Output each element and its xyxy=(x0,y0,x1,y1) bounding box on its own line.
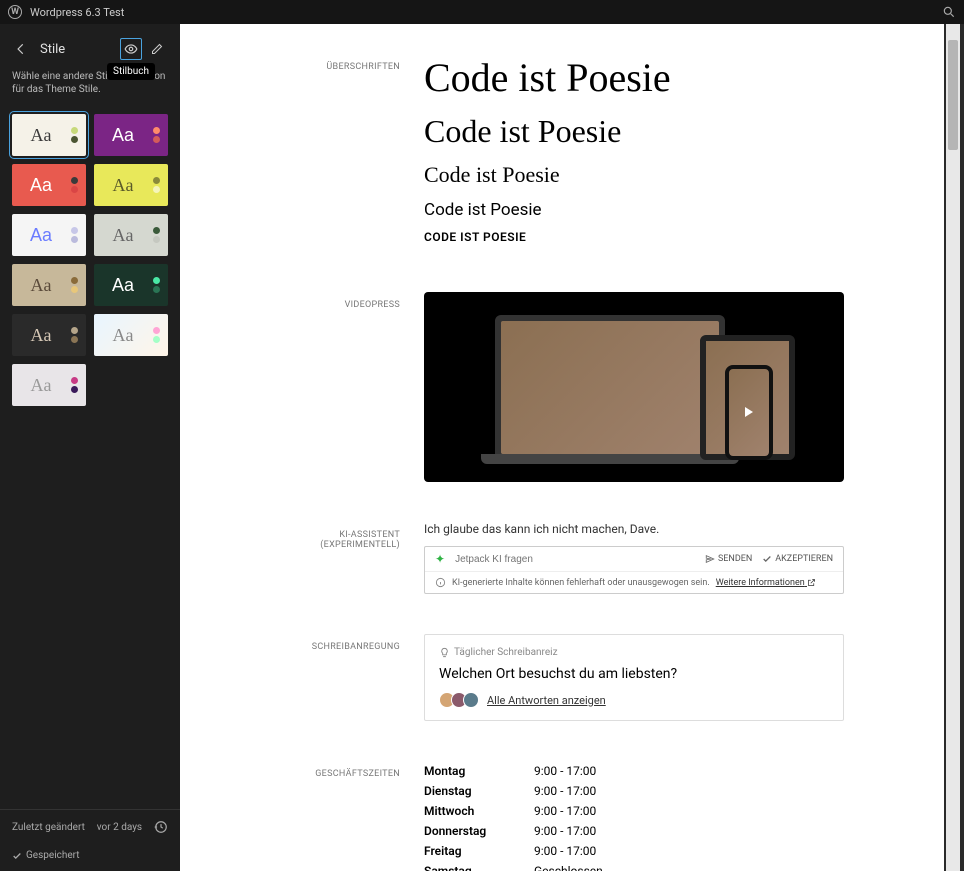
hours-row: Donnerstag9:00 - 17:00 xyxy=(424,821,603,841)
business-hours-block: Montag9:00 - 17:00Dienstag9:00 - 17:00Mi… xyxy=(424,761,844,871)
edit-styles-icon[interactable] xyxy=(146,38,168,60)
avatar xyxy=(463,692,479,708)
daily-prompt-label: Täglicher Schreibanreiz xyxy=(454,647,558,658)
wordpress-logo-icon[interactable]: W xyxy=(8,5,22,19)
hours-row: Mittwoch9:00 - 17:00 xyxy=(424,801,603,821)
ai-more-info-link[interactable]: Weitere Informationen xyxy=(716,578,816,588)
scrollbar-thumb[interactable] xyxy=(948,40,958,150)
hours-row: SamstagGeschlossen xyxy=(424,861,603,871)
search-icon[interactable] xyxy=(942,5,956,19)
business-hours-section-label: GESCHÄFTSZEITEN xyxy=(280,761,400,871)
ai-send-button[interactable]: SENDEN xyxy=(705,554,752,564)
revisions-icon[interactable] xyxy=(154,820,168,834)
scrollbar-track[interactable] xyxy=(946,24,960,871)
heading-4: Code ist Poesie xyxy=(424,200,844,220)
style-variation-2[interactable]: Aa xyxy=(12,164,86,206)
headings-preview: Code ist Poesie Code ist Poesie Code ist… xyxy=(424,54,844,252)
videopress-preview[interactable] xyxy=(424,292,844,482)
style-variation-1[interactable]: Aa xyxy=(94,114,168,156)
back-arrow-icon[interactable] xyxy=(12,40,30,58)
sidebar-title: Stile xyxy=(40,42,110,57)
ai-assistant-section-label: KI-ASSISTENT(EXPERIMENTELL) xyxy=(280,522,400,594)
avatar-group xyxy=(439,692,479,708)
style-variation-7[interactable]: Aa xyxy=(94,264,168,306)
laptop-device-icon xyxy=(495,315,725,460)
info-icon xyxy=(435,577,446,588)
style-variation-6[interactable]: Aa xyxy=(12,264,86,306)
sidebar-footer: Zuletzt geändert vor 2 days xyxy=(0,809,180,844)
style-variation-3[interactable]: Aa xyxy=(94,164,168,206)
style-variation-8[interactable]: Aa xyxy=(12,314,86,356)
writing-prompt-block: Täglicher Schreibanreiz Welchen Ort besu… xyxy=(424,634,844,721)
heading-3: Code ist Poesie xyxy=(424,162,844,188)
jetpack-icon: ✦ xyxy=(435,552,445,566)
styles-sidebar: Stile Stilbuch Wähle eine andere Stilkom… xyxy=(0,24,180,871)
videopress-section-label: VIDEOPRESS xyxy=(280,292,400,482)
style-variations-grid: AaAaAaAaAaAaAaAaAaAaAa xyxy=(0,106,180,414)
style-variation-0[interactable]: Aa xyxy=(12,114,86,156)
style-variation-9[interactable]: Aa xyxy=(94,314,168,356)
hours-row: Freitag9:00 - 17:00 xyxy=(424,841,603,861)
style-variation-4[interactable]: Aa xyxy=(12,214,86,256)
lightbulb-icon xyxy=(439,647,450,658)
admin-topbar: W Wordpress 6.3 Test xyxy=(0,0,964,24)
headings-section-label: ÜBERSCHRIFTEN xyxy=(280,54,400,252)
site-title[interactable]: Wordpress 6.3 Test xyxy=(30,6,124,19)
stylebook-tooltip: Stilbuch xyxy=(107,63,155,80)
style-variation-5[interactable]: Aa xyxy=(94,214,168,256)
external-link-icon xyxy=(807,578,816,587)
last-modified-label: Zuletzt geändert xyxy=(12,822,85,833)
heading-5: CODE IST POESIE xyxy=(424,230,844,244)
hours-row: Montag9:00 - 17:00 xyxy=(424,761,603,781)
style-variation-10[interactable]: Aa xyxy=(12,364,86,406)
ai-disclaimer-text: KI-generierte Inhalte können fehlerhaft … xyxy=(452,578,710,588)
ai-accept-button[interactable]: AKZEPTIEREN xyxy=(762,554,833,564)
phone-device-icon xyxy=(725,365,773,460)
heading-2: Code ist Poesie xyxy=(424,113,844,150)
ai-assistant-block: Ich glaube das kann ich nicht machen, Da… xyxy=(424,522,844,594)
heading-1: Code ist Poesie xyxy=(424,54,844,101)
ai-prompt-input[interactable] xyxy=(453,553,697,566)
writing-prompt-section-label: SCHREIBANREGUNG xyxy=(280,634,400,721)
last-modified-value: vor 2 days xyxy=(97,822,142,833)
editor-canvas[interactable]: ÜBERSCHRIFTEN Code ist Poesie Code ist P… xyxy=(180,24,944,871)
hours-row: Dienstag9:00 - 17:00 xyxy=(424,781,603,801)
all-answers-link[interactable]: Alle Antworten anzeigen xyxy=(487,694,606,707)
stylebook-toggle-icon[interactable]: Stilbuch xyxy=(120,38,142,60)
saved-indicator: Gespeichert xyxy=(12,850,80,861)
play-icon xyxy=(745,407,753,417)
ai-response-text: Ich glaube das kann ich nicht machen, Da… xyxy=(424,522,844,536)
prompt-question: Welchen Ort besuchst du am liebsten? xyxy=(439,666,829,682)
